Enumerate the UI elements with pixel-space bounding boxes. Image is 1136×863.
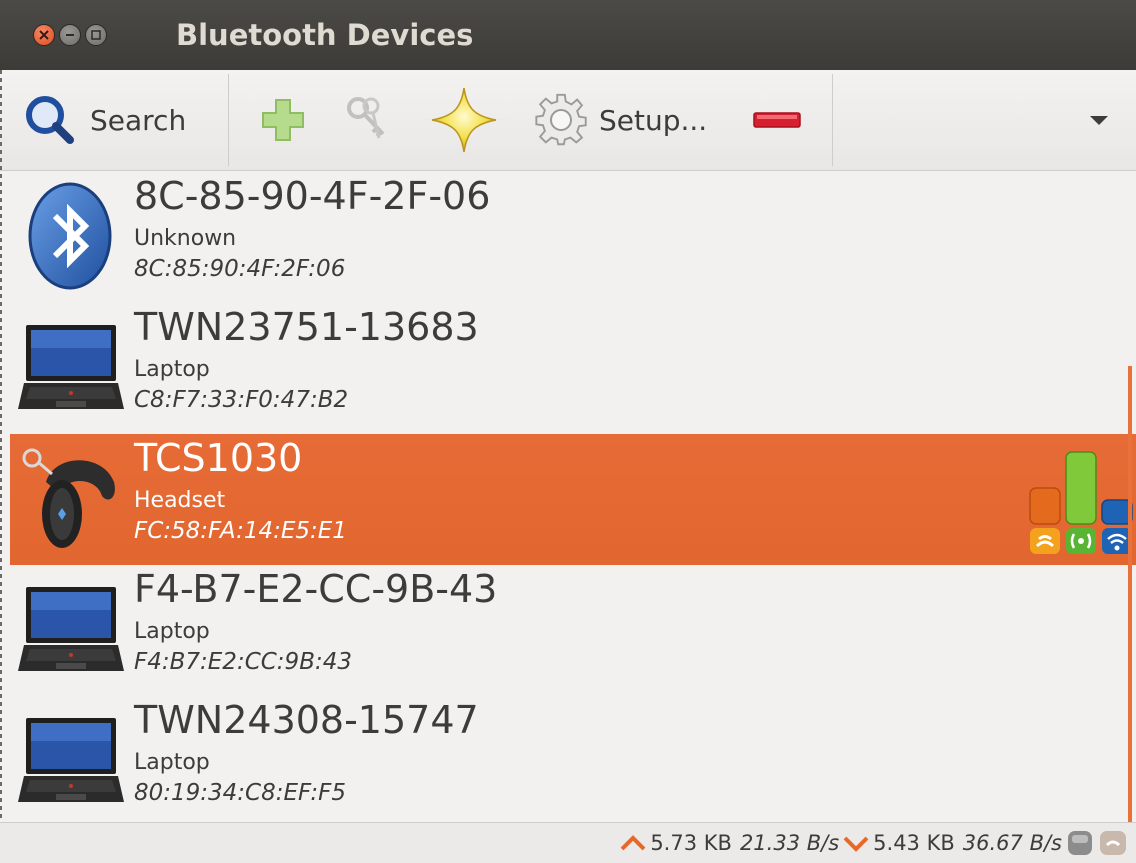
keys-icon: [347, 97, 385, 139]
laptop-icon: [18, 587, 124, 671]
device-row-selected[interactable]: TCS1030 Headset FC:58:FA:14:E5:E1: [10, 434, 1136, 565]
title-bar[interactable]: Bluetooth Devices: [0, 0, 1136, 70]
device-type: Laptop: [134, 619, 210, 644]
search-button[interactable]: Search: [24, 70, 186, 170]
device-list[interactable]: 8C-85-90-4F-2F-06 Unknown 8C:85:90:4F:2F…: [10, 172, 1136, 820]
device-address: FC:58:FA:14:E5:E1: [134, 518, 347, 544]
rssi-bar: [1065, 451, 1097, 525]
remove-icon: [753, 112, 801, 128]
toolbar-separator: [228, 74, 229, 166]
toolbar-overflow-menu-button[interactable]: [1084, 70, 1114, 170]
device-type: Headset: [134, 488, 226, 513]
device-name: TWN23751-13683: [134, 305, 479, 349]
laptop-icon: [18, 325, 124, 409]
search-label: Search: [90, 103, 187, 137]
add-device-button[interactable]: [258, 70, 308, 170]
download-arrow-icon: [843, 836, 869, 852]
connection-status-icon[interactable]: [1066, 829, 1094, 857]
close-window-button[interactable]: [33, 24, 55, 46]
device-row[interactable]: TWN24308-15747 Laptop 80:19:34:C8:EF:F5: [10, 696, 1136, 820]
rssi-icon: [1066, 528, 1096, 554]
signal-strength-indicator: [1029, 451, 1133, 554]
bluetooth-icon: [28, 182, 112, 290]
device-type: Unknown: [134, 226, 237, 251]
setup-button[interactable]: Setup...: [533, 70, 707, 170]
minimize-window-button[interactable]: [59, 24, 81, 46]
upload-rate: 21.33 B/s: [739, 831, 840, 855]
device-row[interactable]: TWN23751-13683 Laptop C8:F7:33:F0:47:B2: [10, 303, 1136, 434]
star-icon: [431, 87, 497, 153]
download-total: 5.43 KB: [873, 831, 955, 855]
close-icon: [39, 30, 49, 40]
device-address: 80:19:34:C8:EF:F5: [134, 780, 347, 806]
bluetooth-manager-window: Bluetooth Devices Search Setup... 8C-85-…: [0, 0, 1136, 863]
link-quality-icon: [1030, 528, 1060, 554]
device-address: C8:F7:33:F0:47:B2: [134, 387, 349, 413]
download-rate: 36.67 B/s: [962, 831, 1062, 855]
device-name: 8C-85-90-4F-2F-06: [134, 174, 491, 218]
toolbar-separator: [832, 74, 833, 166]
maximize-icon: [91, 30, 101, 40]
remove-device-button[interactable]: [752, 70, 802, 170]
device-address: 8C:85:90:4F:2F:06: [134, 256, 346, 282]
search-icon: [26, 96, 74, 144]
device-type: Laptop: [134, 750, 210, 775]
device-row[interactable]: 8C-85-90-4F-2F-06 Unknown 8C:85:90:4F:2F…: [10, 172, 1136, 303]
upload-arrow-icon: [620, 835, 646, 851]
scrollbar[interactable]: [1128, 366, 1132, 828]
device-name: TWN24308-15747: [134, 698, 479, 742]
add-icon: [262, 99, 304, 141]
window-edge: [0, 70, 2, 862]
headset-icon: [22, 448, 115, 548]
link-quality-bar: [1029, 487, 1061, 525]
pair-keys-button[interactable]: [343, 70, 395, 170]
chevron-down-icon: [1090, 116, 1108, 125]
device-type: Laptop: [134, 357, 210, 382]
device-name: TCS1030: [134, 436, 303, 480]
device-address: F4:B7:E2:CC:9B:43: [134, 649, 352, 675]
window-title: Bluetooth Devices: [176, 18, 474, 52]
gear-icon: [535, 93, 587, 146]
maximize-window-button[interactable]: [85, 24, 107, 46]
status-bar: 5.73 KB 21.33 B/s 5.43 KB 36.67 B/s: [0, 822, 1136, 863]
laptop-icon: [18, 718, 124, 802]
trust-device-button[interactable]: [430, 70, 498, 170]
setup-label: Setup...: [599, 103, 708, 137]
power-status-icon[interactable]: [1098, 829, 1128, 857]
upload-total: 5.73 KB: [650, 831, 732, 855]
toolbar: Search Setup...: [0, 70, 1136, 171]
device-row[interactable]: F4-B7-E2-CC-9B-43 Laptop F4:B7:E2:CC:9B:…: [10, 565, 1136, 696]
minimize-icon: [66, 34, 74, 36]
device-name: F4-B7-E2-CC-9B-43: [134, 567, 498, 611]
